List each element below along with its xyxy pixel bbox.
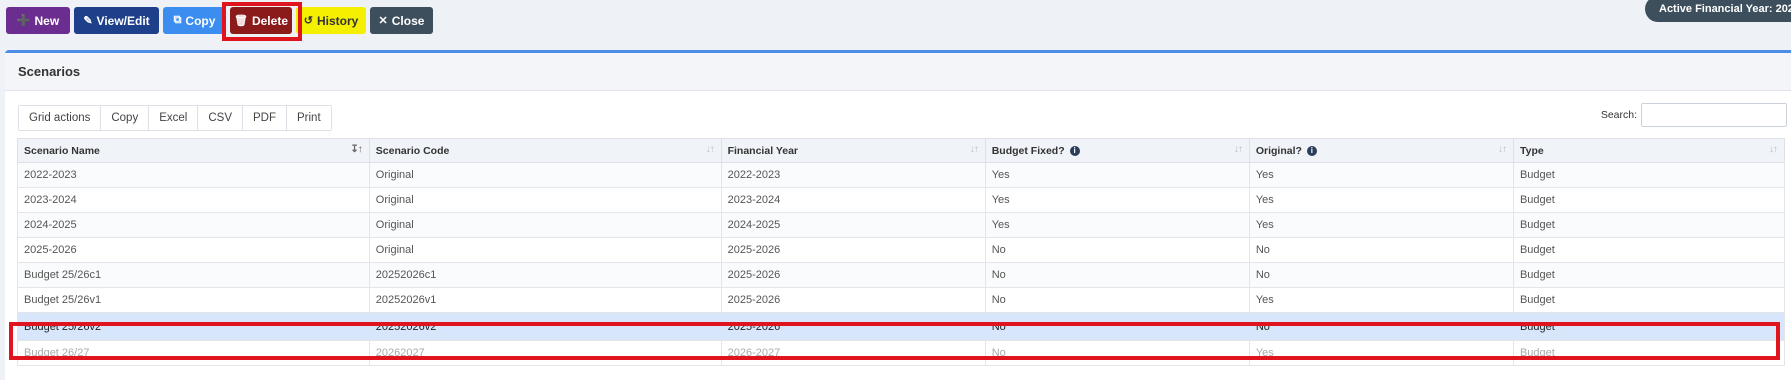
grid-actions: Grid actions Copy Excel CSV PDF Print	[18, 105, 332, 131]
table-cell: Yes	[1248, 162, 1514, 188]
edit-icon: ✎	[83, 15, 93, 27]
table-cell: 20262027	[368, 340, 722, 366]
active-financial-year-badge: Active Financial Year: 2025	[1645, 0, 1791, 22]
table-cell: 2026-2027	[720, 340, 986, 366]
table-row[interactable]: Budget 25/26v2 20252026v2 2025-2026 No No Bud…	[17, 312, 1786, 341]
table-cell: No	[1248, 237, 1514, 263]
table-cell: No	[1248, 312, 1514, 341]
table-cell: No	[1248, 262, 1514, 288]
table-cell: No	[984, 237, 1250, 263]
table-cell: 2025-2026	[720, 312, 986, 341]
table-cell: 2025-2026	[720, 237, 986, 263]
table-cell: Budget	[1512, 212, 1786, 238]
sort-icon: ↓↑	[705, 144, 715, 155]
table-cell: No	[984, 287, 1250, 313]
history-icon: ↺	[303, 15, 313, 27]
search-input[interactable]	[1641, 103, 1787, 127]
table-cell: 20252026c1	[368, 262, 722, 288]
table-cell: 2025-2026	[720, 262, 986, 288]
grid-excel-button[interactable]: Excel	[148, 106, 198, 130]
table-cell: No	[984, 312, 1250, 341]
col-budget-fixed[interactable]: Budget Fixed? i ↓↑	[984, 138, 1250, 163]
table-row[interactable]: 2025-2026 Original 2025-2026 No No Budget	[17, 237, 1786, 263]
table-cell: 2025-2026	[17, 237, 370, 263]
table-row[interactable]: Budget 26/27 20262027 2026-2027 No Yes Budget	[17, 340, 1786, 366]
col-type[interactable]: Type ↓↑	[1512, 138, 1786, 163]
sort-icon: ↓↑	[1233, 144, 1243, 155]
col-original[interactable]: Original? i ↓↑	[1248, 138, 1514, 163]
info-icon[interactable]: i	[1069, 145, 1080, 156]
table-cell: Yes	[1248, 340, 1514, 366]
close-icon: ✕	[378, 15, 388, 27]
col-financial-year[interactable]: Financial Year ↓↑	[720, 138, 986, 163]
table-cell: 2022-2023	[720, 162, 986, 188]
table-row[interactable]: 2022-2023 Original 2022-2023 Yes Yes Budget	[17, 162, 1786, 188]
table-cell: Budget 25/26v2	[17, 312, 370, 341]
table-cell: Budget	[1512, 187, 1786, 213]
toolbar: ➕ New ✎ View/Edit ⧉ Copy 🗑 Delete ↺ History ✕…	[6, 7, 433, 35]
table-cell: 2023-2024	[17, 187, 370, 213]
table-cell: Yes	[1248, 187, 1514, 213]
table-cell: Budget	[1512, 162, 1786, 188]
view-edit-button[interactable]: ✎ View/Edit	[74, 7, 159, 34]
table-cell: 2023-2024	[720, 187, 986, 213]
table-cell: 20252026v1	[368, 287, 722, 313]
table-cell: Original	[368, 187, 722, 213]
table-cell: Yes	[1248, 212, 1514, 238]
sort-asc-icon: ↧↑	[350, 144, 362, 155]
copy-icon: ⧉	[173, 14, 182, 26]
table-cell: 2024-2025	[17, 212, 370, 238]
info-icon[interactable]: i	[1306, 145, 1317, 156]
table-cell: 20252026v2	[368, 312, 722, 341]
table-row[interactable]: 2023-2024 Original 2023-2024 Yes Yes Budget	[17, 187, 1786, 213]
scenarios-panel: Scenarios Grid actions Copy Excel CSV PD…	[5, 50, 1791, 380]
table-cell: Original	[368, 212, 722, 238]
table-cell: Yes	[984, 212, 1250, 238]
grid-csv-button[interactable]: CSV	[197, 106, 242, 130]
table-cell: No	[984, 262, 1250, 288]
table-cell: Budget	[1512, 340, 1786, 366]
grid-print-button[interactable]: Print	[286, 106, 331, 130]
table-row[interactable]: Budget 25/26v1 20252026v1 2025-2026 No Yes Bu…	[17, 287, 1786, 313]
table-cell: Budget 25/26c1	[17, 262, 370, 288]
delete-highlight	[222, 2, 302, 41]
close-button[interactable]: ✕ Close	[370, 7, 433, 34]
table-cell: Budget 25/26v1	[17, 287, 370, 313]
sort-icon: ↓↑	[1497, 144, 1507, 155]
plus-circle-icon: ➕	[16, 15, 31, 27]
table-row[interactable]: 2024-2025 Original 2024-2025 Yes Yes Budget	[17, 212, 1786, 238]
table-cell: Budget	[1512, 237, 1786, 263]
copy-button[interactable]: ⧉ Copy	[163, 7, 226, 34]
sort-icon: ↓↑	[1769, 144, 1778, 155]
table-cell: Yes	[1248, 287, 1514, 313]
table-cell: 2025-2026	[720, 287, 986, 313]
table-cell: 2024-2025	[720, 212, 986, 238]
table-cell: Budget	[1512, 287, 1786, 313]
table-row[interactable]: Budget 25/26c1 20252026c1 2025-2026 No No Bud…	[17, 262, 1786, 288]
col-scenario-code[interactable]: Scenario Code ↓↑	[368, 138, 722, 163]
table-cell: Budget	[1512, 312, 1786, 341]
table-header-row: Scenario Name ↧↑ Scenario Code ↓↑ Financia…	[17, 138, 1786, 163]
grid-copy-button[interactable]: Copy	[100, 106, 149, 130]
panel-title: Scenarios	[5, 53, 1791, 91]
grid-actions-label: Grid actions	[19, 106, 101, 130]
table-cell: Budget 26/27	[17, 340, 370, 366]
new-button[interactable]: ➕ New	[6, 7, 70, 34]
search-label: Search:	[1600, 109, 1637, 121]
table-cell: Yes	[984, 162, 1250, 188]
table-cell: Original	[368, 237, 722, 263]
col-scenario-name[interactable]: Scenario Name ↧↑	[17, 138, 370, 163]
history-button[interactable]: ↺ History	[296, 7, 366, 34]
scenarios-table: Scenario Name ↧↑ Scenario Code ↓↑ Financia…	[17, 138, 1786, 366]
search: Search:	[1601, 103, 1787, 127]
table-cell: Yes	[984, 187, 1250, 213]
table-cell: Original	[368, 162, 722, 188]
table-cell: 2022-2023	[17, 162, 370, 188]
grid-pdf-button[interactable]: PDF	[242, 106, 286, 130]
sort-icon: ↓↑	[969, 144, 979, 155]
table-cell: Budget	[1512, 262, 1786, 288]
table-cell: No	[984, 340, 1250, 366]
